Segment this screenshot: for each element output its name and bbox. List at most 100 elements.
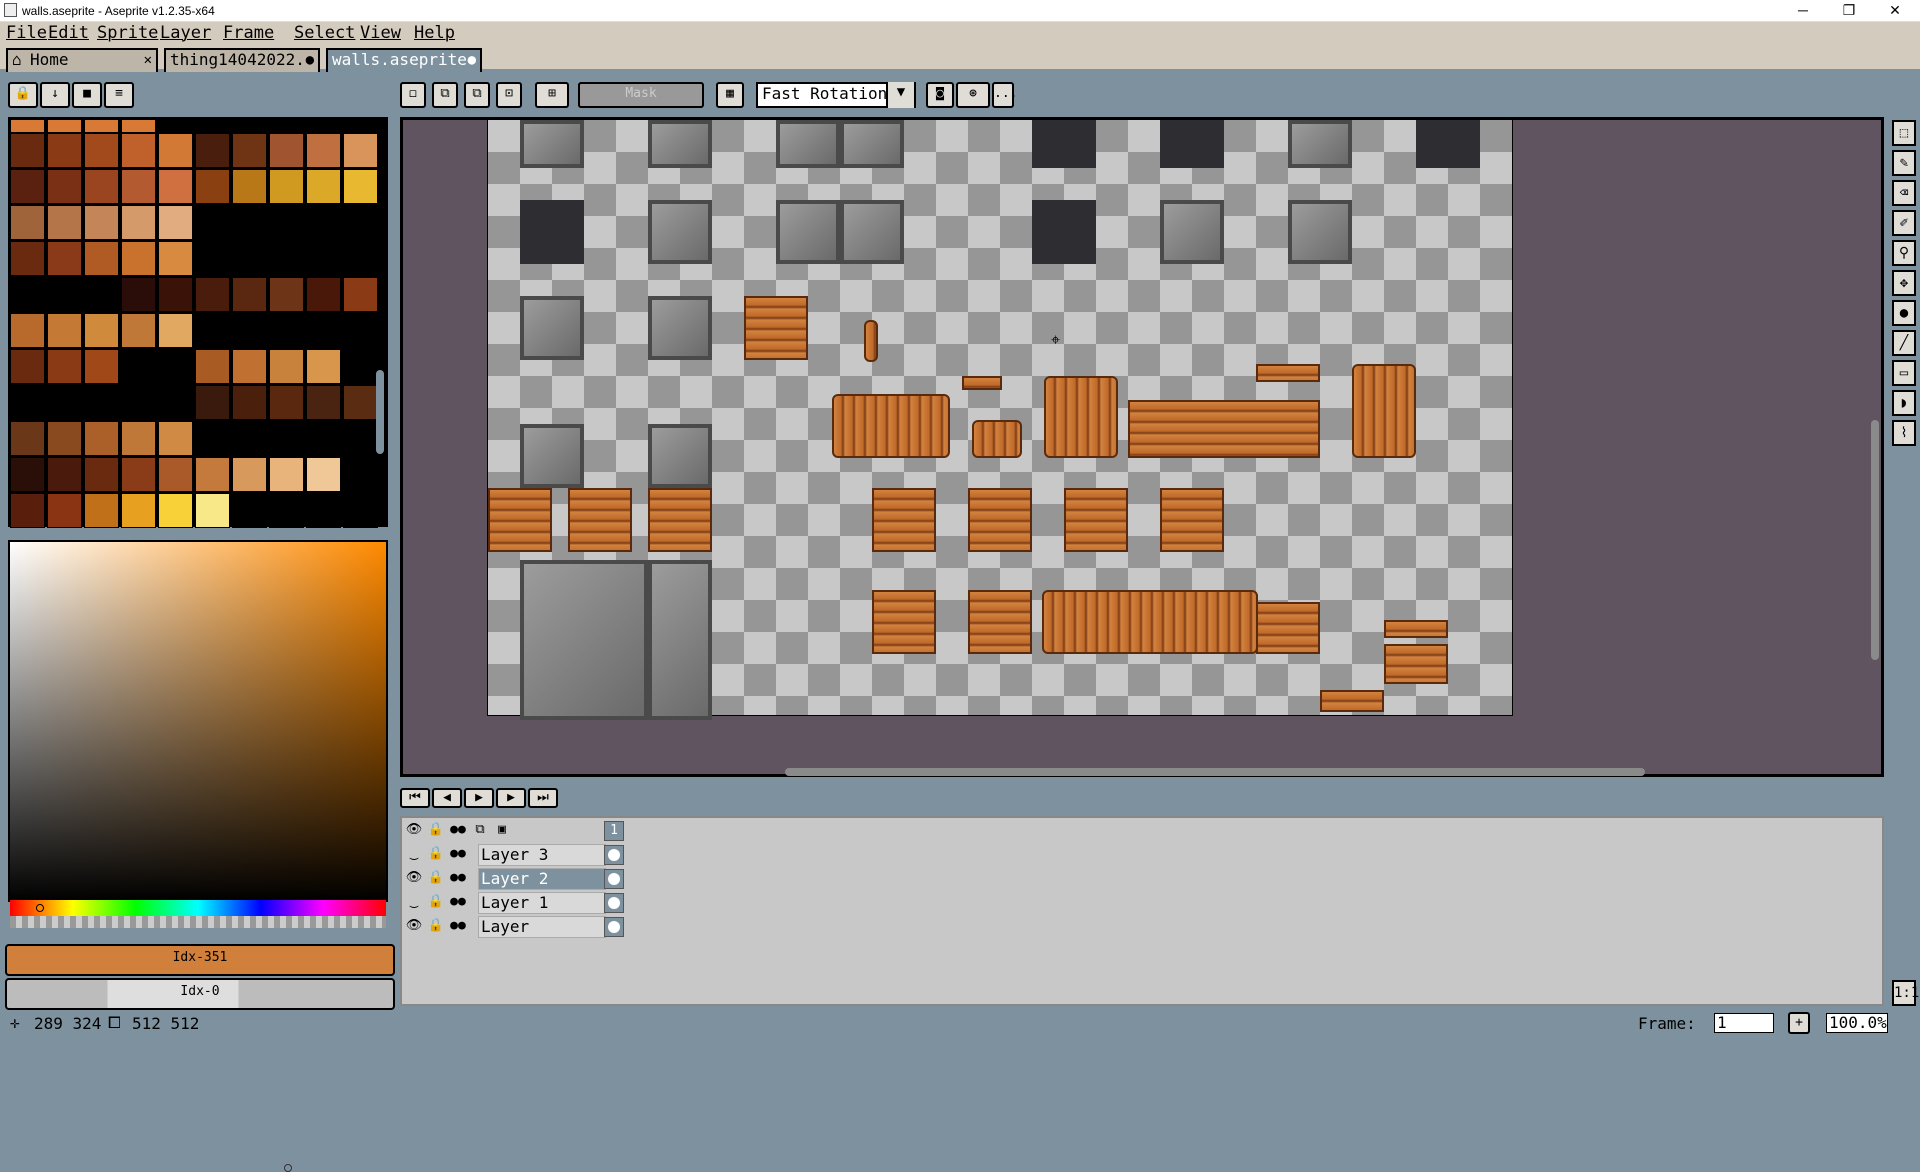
background-color-button[interactable]: Idx-0	[5, 978, 395, 1010]
palette-scrollbar[interactable]	[376, 370, 384, 454]
link-icon[interactable]: ●●	[448, 822, 468, 837]
palette-swatch[interactable]	[10, 205, 45, 240]
layer-name[interactable]: Layer 3	[478, 844, 606, 866]
palette-swatch[interactable]	[10, 277, 45, 312]
eye-icon[interactable]: 👁	[404, 822, 424, 837]
layer-cel[interactable]	[604, 869, 624, 889]
palette-swatch[interactable]	[84, 133, 119, 168]
palette-swatch[interactable]	[232, 349, 267, 384]
play-button[interactable]: ▶	[464, 788, 494, 808]
selection-add-button[interactable]: ⧉	[432, 82, 458, 108]
pencil-tool[interactable]: ✎	[1892, 150, 1916, 176]
palette-swatch[interactable]	[343, 133, 378, 168]
palette-swatch[interactable]	[195, 119, 230, 133]
palette-swatch[interactable]	[195, 169, 230, 204]
palette-swatch[interactable]	[306, 349, 341, 384]
palette-swatch[interactable]	[269, 133, 304, 168]
palette-swatch[interactable]	[232, 241, 267, 276]
tab-thing[interactable]: thing14042022.a ●	[164, 48, 320, 72]
menu-view[interactable]: View	[360, 23, 401, 43]
lock-icon[interactable]: 🔒	[426, 846, 446, 861]
continuous-icon[interactable]: ●●	[448, 846, 468, 861]
palette-swatch[interactable]	[269, 421, 304, 456]
saturation-value-area[interactable]	[10, 542, 386, 902]
eraser-tool[interactable]: ⌫	[1892, 180, 1916, 206]
palette-swatch[interactable]	[47, 457, 82, 492]
layer-name[interactable]: Layer	[478, 916, 606, 938]
palette-swatch[interactable]	[84, 349, 119, 384]
palette-swatch[interactable]	[343, 169, 378, 204]
palette-swatch[interactable]	[343, 421, 378, 456]
rectangle-tool[interactable]: ▭	[1892, 360, 1916, 386]
palette-swatch[interactable]	[121, 205, 156, 240]
palette-swatch[interactable]	[232, 205, 267, 240]
palette-swatch[interactable]	[10, 385, 45, 420]
palette-swatch[interactable]	[306, 169, 341, 204]
palette-swatch[interactable]	[158, 169, 193, 204]
selection-replace-button[interactable]: ◻	[400, 82, 426, 108]
frame-header-1[interactable]: 1	[604, 821, 624, 841]
palette-size-button[interactable]: ■	[72, 82, 102, 108]
palette-swatch[interactable]	[121, 277, 156, 312]
palette-swatch[interactable]	[269, 277, 304, 312]
palette-swatch[interactable]	[195, 205, 230, 240]
palette-swatch[interactable]	[195, 241, 230, 276]
palette-swatch[interactable]	[195, 457, 230, 492]
palette-swatch[interactable]	[47, 169, 82, 204]
palette-swatch[interactable]	[343, 313, 378, 348]
palette-swatch[interactable]	[47, 241, 82, 276]
menu-file[interactable]: File	[6, 23, 47, 43]
palette-swatch[interactable]	[269, 313, 304, 348]
blur-tool[interactable]: ⌇	[1892, 420, 1916, 446]
palette-swatch[interactable]	[343, 385, 378, 420]
palette-swatch[interactable]	[269, 385, 304, 420]
lock-icon[interactable]: 🔒	[426, 822, 446, 837]
palette-swatch[interactable]	[47, 133, 82, 168]
palette-swatch[interactable]	[269, 169, 304, 204]
palette-swatch[interactable]	[158, 277, 193, 312]
palette-swatch[interactable]	[10, 169, 45, 204]
palette-swatch[interactable]	[158, 241, 193, 276]
palette-swatch[interactable]	[306, 421, 341, 456]
palette-swatch[interactable]	[158, 205, 193, 240]
palette-swatch[interactable]	[306, 457, 341, 492]
close-window-button[interactable]: ✕	[1872, 0, 1918, 22]
foreground-color-button[interactable]: Idx-351	[5, 944, 395, 976]
sprite-canvas[interactable]: ⌖	[487, 119, 1513, 720]
one-to-one-button[interactable]: 1:1	[1892, 980, 1919, 1006]
palette-swatch[interactable]	[269, 349, 304, 384]
contour-tool[interactable]: ◗	[1892, 390, 1916, 416]
palette-swatch[interactable]	[306, 277, 341, 312]
palette-swatch[interactable]	[84, 169, 119, 204]
rotation-algorithm-select[interactable]: Fast Rotation ▼	[756, 82, 916, 108]
palette-swatch[interactable]	[47, 205, 82, 240]
zoom-input[interactable]: 100.0%	[1826, 1013, 1888, 1033]
minimize-button[interactable]: ─	[1780, 0, 1826, 22]
layer-name[interactable]: Layer 1	[478, 892, 606, 914]
layer-name[interactable]: Layer 2	[478, 868, 606, 890]
sort-palette-button[interactable]: ↓	[40, 82, 70, 108]
palette-swatch[interactable]	[10, 119, 45, 133]
tab-close-icon[interactable]: ✕	[144, 50, 152, 70]
continuous-icon[interactable]: ●●	[448, 894, 468, 909]
palette-swatch[interactable]	[10, 421, 45, 456]
palette-swatch[interactable]	[84, 385, 119, 420]
layer-cel[interactable]	[604, 917, 624, 937]
eyedropper-tool[interactable]: ✐	[1892, 210, 1916, 236]
onion-skin-icon[interactable]: ⧉	[470, 822, 490, 837]
eye-icon[interactable]: 👁	[404, 918, 424, 933]
palette-swatch[interactable]	[158, 119, 193, 133]
first-frame-button[interactable]: ⏮	[400, 788, 430, 808]
palette-swatch[interactable]	[84, 119, 119, 133]
palette-swatch[interactable]	[158, 493, 193, 528]
palette-swatch[interactable]	[47, 421, 82, 456]
layer-cel[interactable]	[604, 893, 624, 913]
palette-swatch[interactable]	[195, 421, 230, 456]
palette-swatch[interactable]	[10, 133, 45, 168]
palette-swatch[interactable]	[269, 457, 304, 492]
palette-swatch[interactable]	[10, 457, 45, 492]
palette-swatch[interactable]	[158, 133, 193, 168]
palette-swatch[interactable]	[306, 205, 341, 240]
palette-swatch[interactable]	[84, 421, 119, 456]
menu-help[interactable]: Help	[414, 23, 455, 43]
